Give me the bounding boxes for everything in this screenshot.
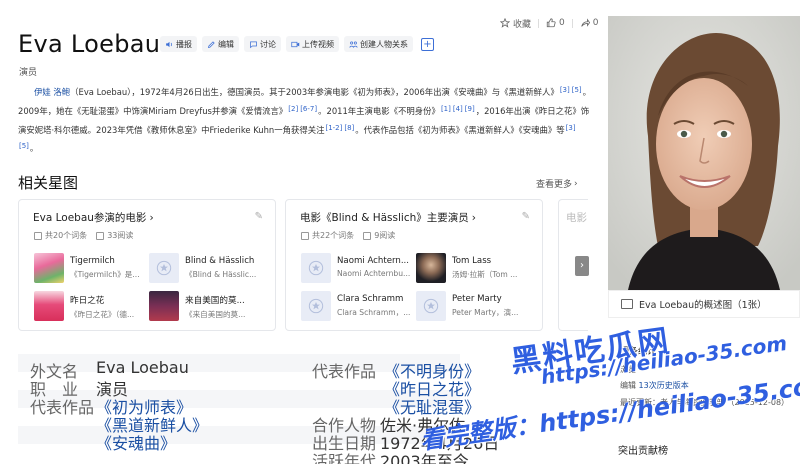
card-item[interactable]: Tom Lass 汤姆·拉斯（Tom ... (416, 253, 538, 283)
share-icon (581, 18, 590, 27)
pencil-icon (207, 40, 215, 48)
like-button[interactable]: 0 (546, 18, 565, 28)
edit-button[interactable]: 编辑 (202, 36, 239, 52)
chevron-right-icon: › (574, 178, 578, 189)
placeholder-thumbnail (301, 291, 331, 321)
star-placeholder-icon (423, 298, 439, 314)
film-poster-thumbnail (34, 291, 64, 321)
card-meta: 共20个词条 33阅读 (34, 230, 133, 241)
star-placeholder-icon (156, 260, 172, 276)
citation[interactable]: [3] (560, 86, 570, 94)
card-item[interactable]: 昨日之花 《昨日之花》（德... (34, 291, 156, 321)
citation[interactable]: [1] (441, 105, 451, 113)
citation[interactable]: [5] (19, 142, 29, 150)
eye-icon (363, 231, 372, 240)
card-item[interactable]: Peter Marty Peter Marty，演... (416, 291, 538, 321)
share-button[interactable]: 0 (580, 18, 598, 28)
contributors-heading: 突出贡献榜 (618, 446, 668, 457)
document-icon (34, 231, 42, 240)
pencil-icon[interactable]: ✎ (522, 211, 530, 222)
broadcast-button[interactable]: 播报 (160, 36, 197, 52)
name-link[interactable]: 伊娃 洛鲍 (34, 87, 70, 97)
infobox-value-link[interactable]: 《安魂曲》 (96, 430, 176, 454)
chat-icon (250, 41, 257, 48)
card-title-partial: 电影 (566, 212, 587, 224)
citation[interactable]: [3] (566, 124, 576, 132)
citation[interactable]: [1-2] (325, 124, 342, 132)
star-placeholder-icon (308, 260, 324, 276)
relation-icon (349, 41, 358, 48)
summary-photo[interactable] (608, 16, 800, 290)
subtitle-occupation: 演员 (19, 68, 38, 78)
thumbs-up-icon (546, 18, 556, 28)
citation[interactable]: [9] (465, 105, 475, 113)
citation[interactable]: [6-7] (300, 105, 317, 113)
citation[interactable]: [4] (453, 105, 463, 113)
film-poster-thumbnail (34, 253, 64, 283)
entry-action-buttons: 播报 编辑 讨论 上传视频 创建人物关系 + (160, 36, 434, 52)
create-relation-button[interactable]: 创建人物关系 (344, 36, 413, 52)
placeholder-thumbnail (301, 253, 331, 283)
pencil-icon[interactable]: ✎ (255, 211, 263, 222)
citation[interactable]: [8] (344, 124, 354, 132)
photo-caption[interactable]: Eva Loebau的概述图（1张） (608, 290, 800, 318)
summary-paragraph: 伊娃 洛鲍（Eva Loebau），1972年4月26日出生，德国演员。其于20… (18, 86, 592, 154)
card-item[interactable]: Naomi Achtern... Naomi Achternbu... (301, 253, 423, 283)
top-action-bar: 收藏 0 0 (500, 15, 598, 31)
eye-icon (96, 231, 105, 240)
card-item[interactable]: Tigermilch 《Tigermilch》是... (34, 253, 156, 283)
card-meta: 共22个词条 9阅读 (301, 230, 395, 241)
star-icon (500, 18, 510, 28)
card-title[interactable]: Eva Loebau参演的电影 › (33, 210, 154, 225)
chevron-right-icon: › (471, 211, 476, 224)
add-icon[interactable]: + (421, 37, 434, 51)
card-item[interactable]: 来自美国的莫... 《来自美国的莫... (149, 291, 271, 321)
document-icon (301, 231, 309, 240)
star-map-card[interactable]: 电影《Blind & Hässlich》主要演员 › ✎ 共22个词条 9阅读 Na… (285, 199, 543, 331)
portrait-illustration (608, 16, 800, 290)
placeholder-thumbnail (149, 253, 179, 283)
card-item[interactable]: Clara Schramm Clara Schramm，... (301, 291, 423, 321)
related-stars-heading: 相关星图 (18, 174, 79, 192)
see-more-link[interactable]: 查看更多 › (536, 177, 578, 191)
star-map-card[interactable]: Eva Loebau参演的电影 › ✎ 共20个词条 33阅读 Tigermilch… (18, 199, 276, 331)
star-placeholder-icon (308, 298, 324, 314)
upload-video-button[interactable]: 上传视频 (286, 36, 339, 52)
infobox-key: 活跃年代 (312, 452, 377, 464)
card-title[interactable]: 电影《Blind & Hässlich》主要演员 › (300, 210, 476, 225)
placeholder-thumbnail (416, 291, 446, 321)
chevron-right-icon: › (149, 211, 154, 224)
infobox-key: 代表作品 (312, 362, 377, 381)
speaker-icon (166, 41, 172, 47)
carousel-next-button[interactable]: › (575, 256, 589, 276)
card-item[interactable]: Blind & Hässlich 《Blind & Hässlic... (149, 253, 271, 283)
discuss-button[interactable]: 讨论 (244, 36, 281, 52)
video-icon (291, 41, 300, 47)
infobox-value: Eva Loebau (96, 358, 189, 377)
image-icon (621, 299, 633, 309)
infobox-key: 代表作品 (30, 398, 95, 417)
citation[interactable]: [5] (572, 86, 582, 94)
citation[interactable]: [2] (288, 105, 298, 113)
film-poster-thumbnail (149, 291, 179, 321)
favorite-button[interactable]: 收藏 (500, 17, 531, 30)
page-title: Eva Loebau (18, 30, 161, 58)
actor-photo-thumbnail (416, 253, 446, 283)
